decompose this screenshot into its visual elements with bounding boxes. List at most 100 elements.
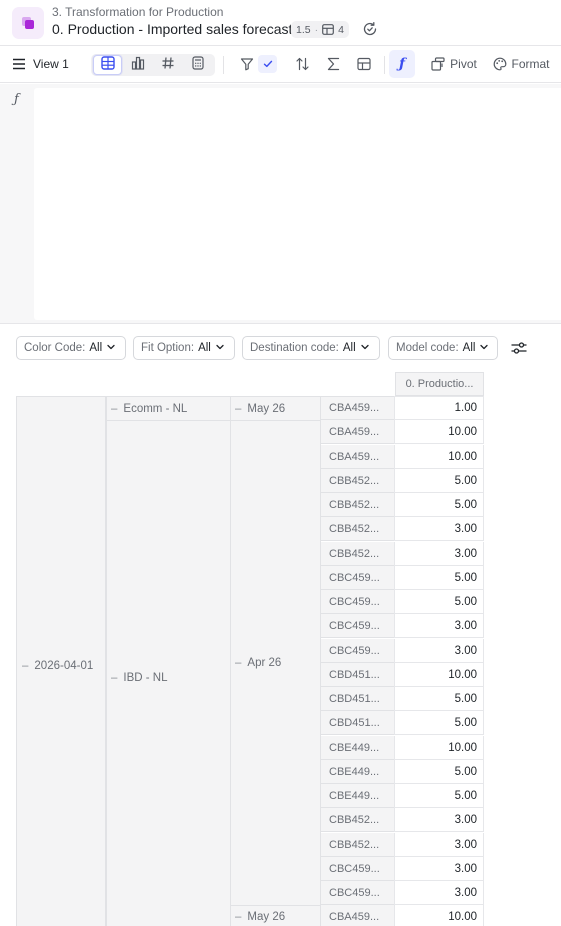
value-cell[interactable]: 5.00	[394, 760, 484, 784]
value-cell[interactable]: 3.00	[394, 639, 484, 663]
row-code-cell[interactable]: CBD451...	[320, 663, 395, 687]
row-group-label: 2026-04-01	[34, 660, 94, 672]
value-cell[interactable]: 3.00	[394, 808, 484, 832]
toolbar-divider	[223, 56, 224, 74]
value-cell[interactable]: 5.00	[394, 590, 484, 614]
row-group-label: Ecomm - NL	[123, 402, 188, 415]
value-cell[interactable]: 3.00	[394, 833, 484, 857]
value-cell[interactable]: 5.00	[394, 711, 484, 735]
filter-label: Model code:	[396, 342, 459, 354]
toolbar: View 1 ƒ Pivot Format	[0, 46, 561, 83]
chart-view-button[interactable]	[123, 55, 152, 75]
row-code-cell[interactable]: CBE449...	[320, 784, 395, 808]
value-cell[interactable]: 3.00	[394, 857, 484, 881]
value-cell[interactable]: 1.00	[394, 396, 484, 420]
view-menu-button[interactable]: View 1	[8, 50, 88, 78]
row-code-cell[interactable]: CBB452...	[320, 808, 395, 832]
row-code-cell[interactable]: CBB452...	[320, 542, 395, 566]
value-cell[interactable]: 3.00	[394, 881, 484, 905]
row-code-cell[interactable]: CBD451...	[320, 687, 395, 711]
row-code-cell[interactable]: CBC459...	[320, 857, 395, 881]
breadcrumb[interactable]: 3. Transformation for Production	[52, 5, 223, 19]
page-title[interactable]: 0. Production - Imported sales forecast	[52, 21, 292, 37]
filter-button[interactable]	[236, 50, 258, 78]
row-code-cell[interactable]: CBA459...	[320, 445, 395, 469]
row-code-cell[interactable]: CBE449...	[320, 760, 395, 784]
value-cell[interactable]: 5.00	[394, 469, 484, 493]
value-cell[interactable]: 10.00	[394, 905, 484, 926]
layout-columns-icon	[357, 57, 371, 71]
value-cell[interactable]: 10.00	[394, 663, 484, 687]
number-view-button[interactable]	[153, 55, 182, 75]
row-group-channel[interactable]: – IBD - NL	[106, 420, 231, 926]
sort-icon	[295, 57, 310, 71]
row-group-month[interactable]: – Apr 26	[230, 420, 321, 906]
filter-fit-option[interactable]: Fit Option: All	[133, 336, 235, 360]
filter-value: All	[198, 342, 211, 354]
row-code-cell[interactable]: CBA459...	[320, 396, 395, 420]
row-group-label: IBD - NL	[123, 672, 168, 684]
filter-settings-icon[interactable]	[510, 340, 528, 356]
format-button[interactable]: Format	[490, 50, 552, 78]
value-cell[interactable]: 10.00	[394, 445, 484, 469]
function-icon: ƒ	[398, 56, 406, 72]
layout-button[interactable]	[352, 50, 376, 78]
bar-chart-icon	[131, 56, 145, 75]
row-code-cell[interactable]: CBB452...	[320, 469, 395, 493]
row-code-cell[interactable]: CBC459...	[320, 614, 395, 638]
row-group-date[interactable]: – 2026-04-01	[16, 396, 106, 926]
row-code-cell[interactable]: CBB452...	[320, 517, 395, 541]
header-bar: 3. Transformation for Production 0. Prod…	[0, 0, 561, 46]
collapse-icon[interactable]: –	[111, 403, 117, 415]
calculator-view-button[interactable]	[183, 55, 212, 75]
row-code-cell[interactable]: CBC459...	[320, 566, 395, 590]
row-code-cell[interactable]: CBC459...	[320, 881, 395, 905]
row-code-cell[interactable]: CBD451...	[320, 711, 395, 735]
row-group-month[interactable]: – May 26	[230, 396, 321, 421]
column-header[interactable]: 0. Productio...	[395, 372, 484, 396]
filter-destination-code[interactable]: Destination code: All	[242, 336, 380, 360]
row-group-month[interactable]: – May 26	[230, 905, 321, 926]
chevron-down-icon	[106, 342, 116, 355]
row-code-cell[interactable]: CBB452...	[320, 833, 395, 857]
value-cell[interactable]: 3.00	[394, 517, 484, 541]
row-code-cell[interactable]: CBA459...	[320, 420, 395, 444]
value-cell[interactable]: 5.00	[394, 493, 484, 517]
sort-button[interactable]	[290, 50, 314, 78]
value-cell[interactable]: 5.00	[394, 784, 484, 808]
aggregate-button[interactable]	[321, 50, 345, 78]
value-cell[interactable]: 10.00	[394, 420, 484, 444]
filter-value: All	[462, 342, 476, 354]
collapse-icon[interactable]: –	[22, 660, 28, 672]
app-icon[interactable]	[12, 7, 44, 39]
collapse-icon[interactable]: –	[111, 672, 117, 684]
row-code-cell[interactable]: CBC459...	[320, 639, 395, 663]
value-cell[interactable]: 5.00	[394, 687, 484, 711]
filter-active-toggle[interactable]	[258, 55, 277, 73]
view-name: View 1	[33, 57, 69, 71]
collapse-icon[interactable]: –	[235, 911, 241, 923]
formula-toggle-button[interactable]: ƒ	[389, 50, 415, 78]
row-group-channel[interactable]: – Ecomm - NL	[106, 396, 231, 421]
pivot-button[interactable]: Pivot	[428, 50, 480, 78]
collapse-icon[interactable]: –	[235, 657, 241, 669]
filter-label: Color Code:	[24, 342, 86, 354]
value-cell[interactable]: 5.00	[394, 566, 484, 590]
filter-color-code[interactable]: Color Code: All	[16, 336, 126, 360]
formula-panel: ƒ	[0, 84, 561, 324]
row-code-cell[interactable]: CBA459...	[320, 905, 395, 926]
row-code-cell[interactable]: CBE449...	[320, 736, 395, 760]
formula-editor[interactable]	[34, 88, 561, 320]
value-cell[interactable]: 10.00	[394, 736, 484, 760]
row-code-cell[interactable]: CBB452...	[320, 493, 395, 517]
value-cell[interactable]: 3.00	[394, 614, 484, 638]
table-view-button[interactable]	[93, 55, 122, 75]
collapse-icon[interactable]: –	[235, 403, 241, 415]
pivot-icon	[431, 57, 445, 71]
value-cell[interactable]: 3.00	[394, 542, 484, 566]
row-code-cell[interactable]: CBC459...	[320, 590, 395, 614]
version-badge[interactable]: 1.5 · 4	[291, 21, 349, 38]
filter-icon	[240, 57, 254, 71]
sync-status-icon[interactable]	[362, 21, 378, 37]
filter-model-code[interactable]: Model code: All	[388, 336, 498, 360]
